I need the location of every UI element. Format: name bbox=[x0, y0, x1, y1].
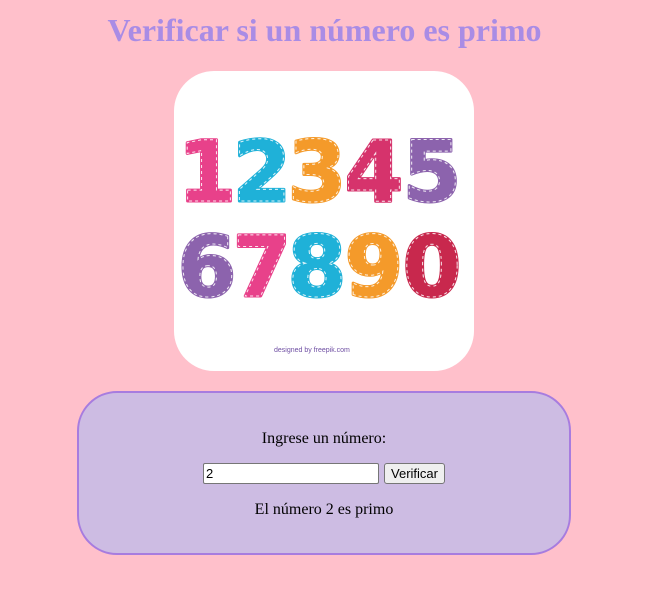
digit-1-stitching: 1 bbox=[178, 123, 236, 221]
result-text: El número 2 es primo bbox=[254, 501, 394, 518]
digit-4-glyph: 44 bbox=[343, 122, 404, 223]
prime-check-panel: Ingrese un número: Verificar El número 2… bbox=[77, 391, 571, 555]
digit-9-glyph: 99 bbox=[343, 217, 404, 318]
input-row: Verificar bbox=[79, 463, 569, 484]
digit-5-glyph: 55 bbox=[401, 122, 462, 223]
page-title: Verificar si un número es primo bbox=[107, 12, 542, 48]
digit-3-glyph: 33 bbox=[286, 122, 347, 223]
digit-2-glyph: 22 bbox=[231, 122, 292, 223]
digit-6-glyph: 66 bbox=[176, 217, 237, 318]
digit-2-stitching: 2 bbox=[233, 123, 291, 221]
digit-8-stitching: 8 bbox=[288, 218, 346, 316]
image-credit: designed by freepik.com bbox=[274, 347, 350, 354]
digit-4-stitching: 4 bbox=[345, 123, 403, 221]
digit-5-stitching: 5 bbox=[403, 123, 461, 221]
digit-6-stitching: 6 bbox=[178, 218, 236, 316]
digit-9-stitching: 9 bbox=[345, 218, 403, 316]
verify-button[interactable]: Verificar bbox=[384, 463, 445, 484]
digit-1-glyph: 11 bbox=[176, 122, 237, 223]
number-input[interactable] bbox=[203, 463, 380, 484]
digit-0-stitching: 0 bbox=[403, 218, 461, 316]
number-prompt-label: Ingrese un número: bbox=[261, 430, 387, 447]
digit-0-glyph: 00 bbox=[401, 217, 462, 318]
digit-8-glyph: 88 bbox=[286, 217, 347, 318]
digit-7-stitching: 7 bbox=[233, 218, 291, 316]
numbers-image: 0099887766 5544332211 designed by freepik… bbox=[176, 122, 462, 355]
digit-3-stitching: 3 bbox=[288, 123, 346, 221]
digit-7-glyph: 77 bbox=[231, 217, 292, 318]
numbers-illustration: 0099887766 5544332211 designed by freepik… bbox=[174, 71, 474, 371]
